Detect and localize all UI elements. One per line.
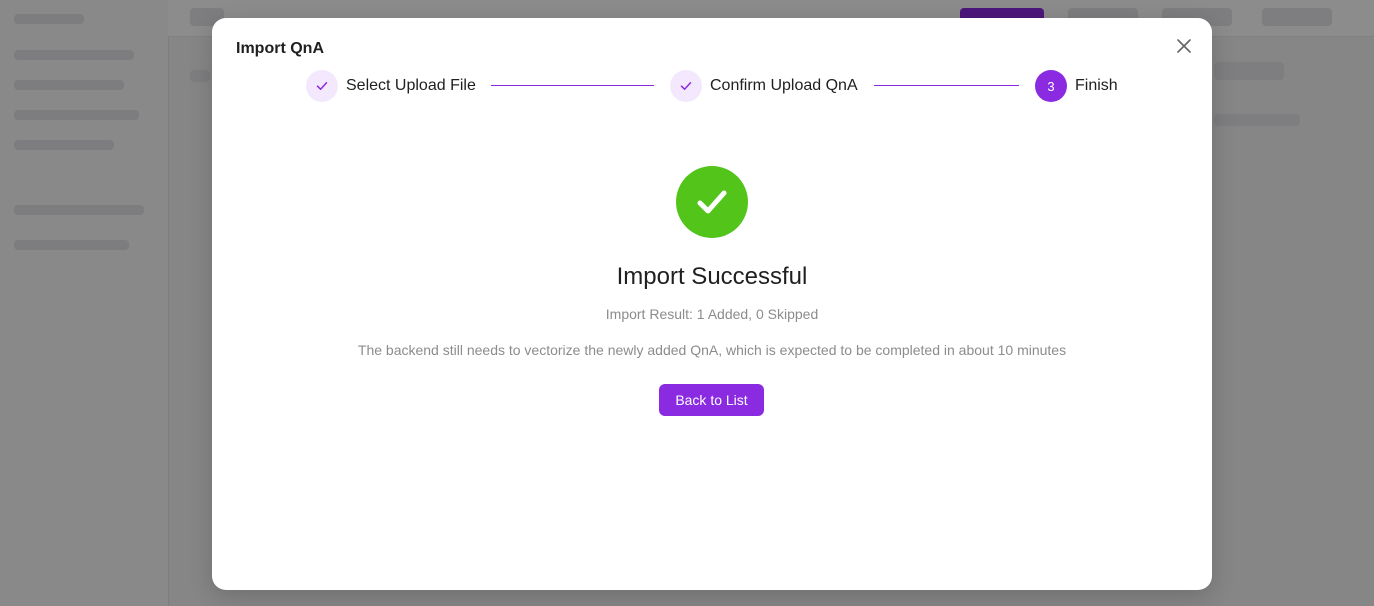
modal-title: Import QnA: [236, 40, 324, 57]
result-note: The backend still needs to vectorize the…: [357, 342, 1067, 358]
step-number: 3: [1035, 70, 1067, 102]
steps: Select Upload File Confirm Upload QnA 3 …: [212, 70, 1212, 102]
step-connector: [491, 85, 654, 86]
success-check-icon: [676, 166, 748, 238]
step-label: Finish: [1075, 77, 1118, 94]
step-select-upload-file: Select Upload File: [306, 70, 476, 102]
import-qna-modal: Import QnA Select Upload File Confirm Up…: [212, 18, 1212, 590]
step-confirm-upload-qna: Confirm Upload QnA: [670, 70, 858, 102]
step-label: Confirm Upload QnA: [710, 77, 858, 94]
check-icon: [670, 70, 702, 102]
result-subtitle: Import Result: 1 Added, 0 Skipped: [605, 306, 819, 322]
step-connector: [874, 85, 1019, 86]
step-finish: 3 Finish: [1035, 70, 1118, 102]
close-icon[interactable]: [1174, 36, 1194, 56]
back-to-list-button[interactable]: Back to List: [659, 384, 764, 416]
check-icon: [306, 70, 338, 102]
step-label: Select Upload File: [346, 77, 476, 94]
result-title: Import Successful: [616, 263, 808, 290]
